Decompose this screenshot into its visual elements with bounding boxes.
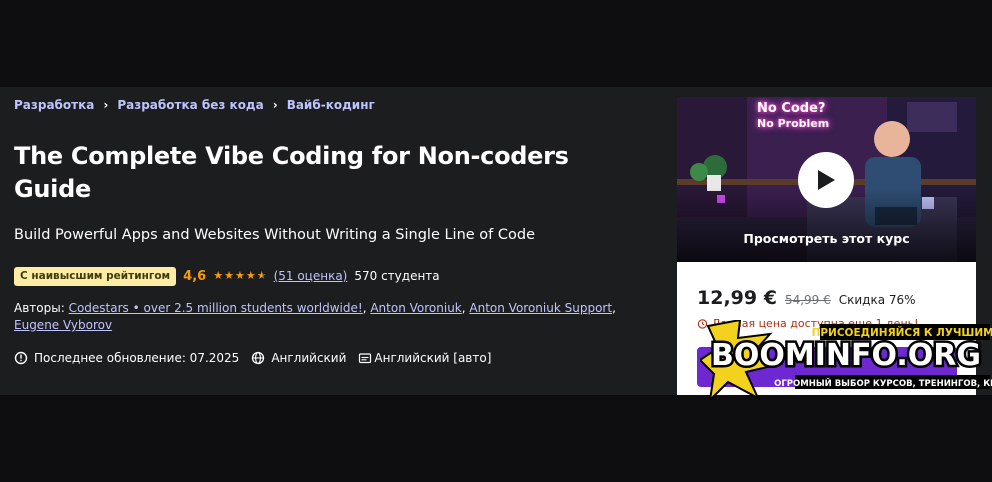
star-full-icon: ★ [234, 269, 245, 282]
watermark-logo: ПРИСОЕДИНЯЙСЯ К ЛУЧШИМ! BOOMINFO.ORG ОГР… [698, 318, 992, 403]
breadcrumb: Разработка › Разработка без кода › Вайб-… [14, 97, 375, 113]
rating-stars: ★ ★ ★ ★ ★ [213, 270, 266, 282]
captions-icon [359, 353, 372, 364]
breadcrumb-item-development[interactable]: Разработка [14, 98, 94, 112]
last-updated: Последнее обновление: 07.2025 [14, 351, 239, 365]
top-letterbox [0, 0, 992, 87]
last-updated-text: Последнее обновление: 07.2025 [34, 351, 240, 365]
language-text: Английский [271, 351, 347, 365]
course-preview[interactable]: No Code? No Problem Просмотреть этот кур… [677, 97, 976, 262]
current-price: 12,99 € [697, 287, 777, 309]
captions-text: Английский [авто] [374, 351, 492, 365]
captions: Английский [авто] [358, 351, 491, 365]
rating-row: С наивысшим рейтингом 4,6 ★ ★ ★ ★ ★ (51 … [14, 266, 440, 286]
course-meta: Последнее обновление: 07.2025 Английский… [14, 349, 503, 367]
watermark-bottom-text: ОГРОМНЫЙ ВЫБОР КУРСОВ, ТРЕНИНГОВ, КНИГ [774, 377, 992, 389]
course-title: The Complete Vibe Coding for Non-coders … [14, 142, 569, 203]
discount-label: Скидка 76% [838, 293, 916, 307]
breadcrumb-item-vibe-coding[interactable]: Вайб-кодинг [287, 98, 375, 112]
chevron-right-icon: › [103, 98, 109, 112]
author-link[interactable]: Anton Voroniuk Support [469, 301, 612, 315]
authors: Авторы: Codestars • over 2.5 million stu… [14, 301, 616, 332]
play-button[interactable] [798, 152, 854, 208]
course-subtitle: Build Powerful Apps and Websites Without… [14, 227, 536, 243]
star-full-icon: ★ [213, 269, 224, 282]
language: Английский [251, 351, 346, 365]
author-link[interactable]: Codestars • over 2.5 million students wo… [69, 301, 363, 315]
author-link[interactable]: Anton Voroniuk [370, 301, 461, 315]
students-count: 570 студента [354, 269, 440, 283]
play-icon [818, 170, 835, 190]
watermark-main-text: BOOMINFO.ORG [711, 338, 981, 373]
globe-icon [252, 351, 265, 365]
star-full-icon: ★ [224, 269, 234, 282]
star-half-icon: ★ [256, 269, 267, 282]
author-link[interactable]: Eugene Vyborov [14, 318, 112, 332]
neon-sign-line2: No Problem [757, 117, 830, 130]
star-full-icon: ★ [245, 269, 256, 282]
authors-label: Авторы: [14, 301, 65, 315]
breadcrumb-item-no-code[interactable]: Разработка без кода [117, 98, 263, 112]
ratings-count-link[interactable]: (51 оценка) [274, 269, 348, 283]
preview-course-label[interactable]: Просмотреть этот курс [677, 231, 976, 246]
top-rated-badge: С наивысшим рейтингом [14, 266, 177, 286]
original-price: 54,99 € [784, 293, 831, 307]
alert-badge-icon [14, 351, 28, 365]
neon-sign-line1: No Code? [757, 101, 826, 116]
neon-sign: No Code? No Problem [757, 101, 853, 143]
watermark: ПРИСОЕДИНЯЙСЯ К ЛУЧШИМ! BOOMINFO.ORG ОГР… [698, 318, 992, 403]
bottom-letterbox [0, 395, 992, 482]
price-row: 12,99 € 54,99 € Скидка 76% [697, 287, 916, 309]
rating-value: 4,6 [183, 268, 207, 284]
chevron-right-icon: › [272, 98, 278, 112]
